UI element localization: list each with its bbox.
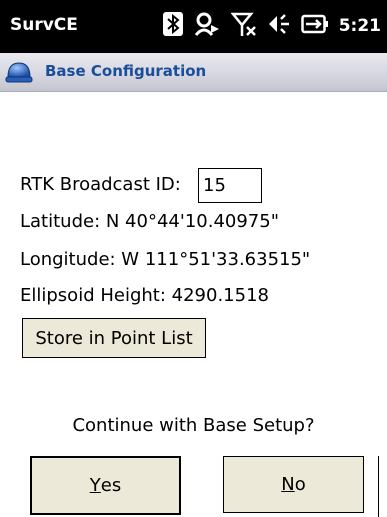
yes-button[interactable]: Yes (30, 456, 181, 515)
no-button[interactable]: No (223, 456, 364, 513)
no-label: o (294, 474, 306, 495)
no-signal-icon[interactable] (230, 11, 257, 41)
bluetooth-icon[interactable] (162, 12, 183, 40)
battery-icon[interactable] (300, 14, 329, 38)
status-icons: 5:21 (162, 10, 387, 42)
sync-icon[interactable] (193, 11, 221, 41)
rtk-broadcast-label: RTK Broadcast ID: (20, 174, 181, 195)
no-accelerator: N (281, 474, 295, 495)
latitude-text: Latitude: N 40°44'10.40975" (20, 211, 279, 232)
longitude-text: Longitude: W 111°51'33.63515" (20, 249, 311, 270)
speaker-icon[interactable] (267, 12, 291, 40)
app-name[interactable]: SurvCE (10, 15, 78, 35)
status-bar: SurvCE 5:21 (0, 0, 387, 53)
yes-accelerator: Y (89, 475, 101, 496)
rtk-broadcast-id-input[interactable] (198, 168, 262, 203)
window-title: Base Configuration (45, 62, 207, 80)
title-bar: Base Configuration (0, 53, 387, 92)
helmet-icon[interactable] (5, 58, 33, 86)
ellipsoid-height-text: Ellipsoid Height: 4290.1518 (20, 285, 269, 306)
clock[interactable]: 5:21 (339, 16, 381, 36)
continue-prompt: Continue with Base Setup? (72, 415, 315, 436)
store-in-point-list-button[interactable]: Store in Point List (22, 318, 206, 358)
yes-label: es (100, 475, 122, 496)
divider (378, 456, 379, 517)
